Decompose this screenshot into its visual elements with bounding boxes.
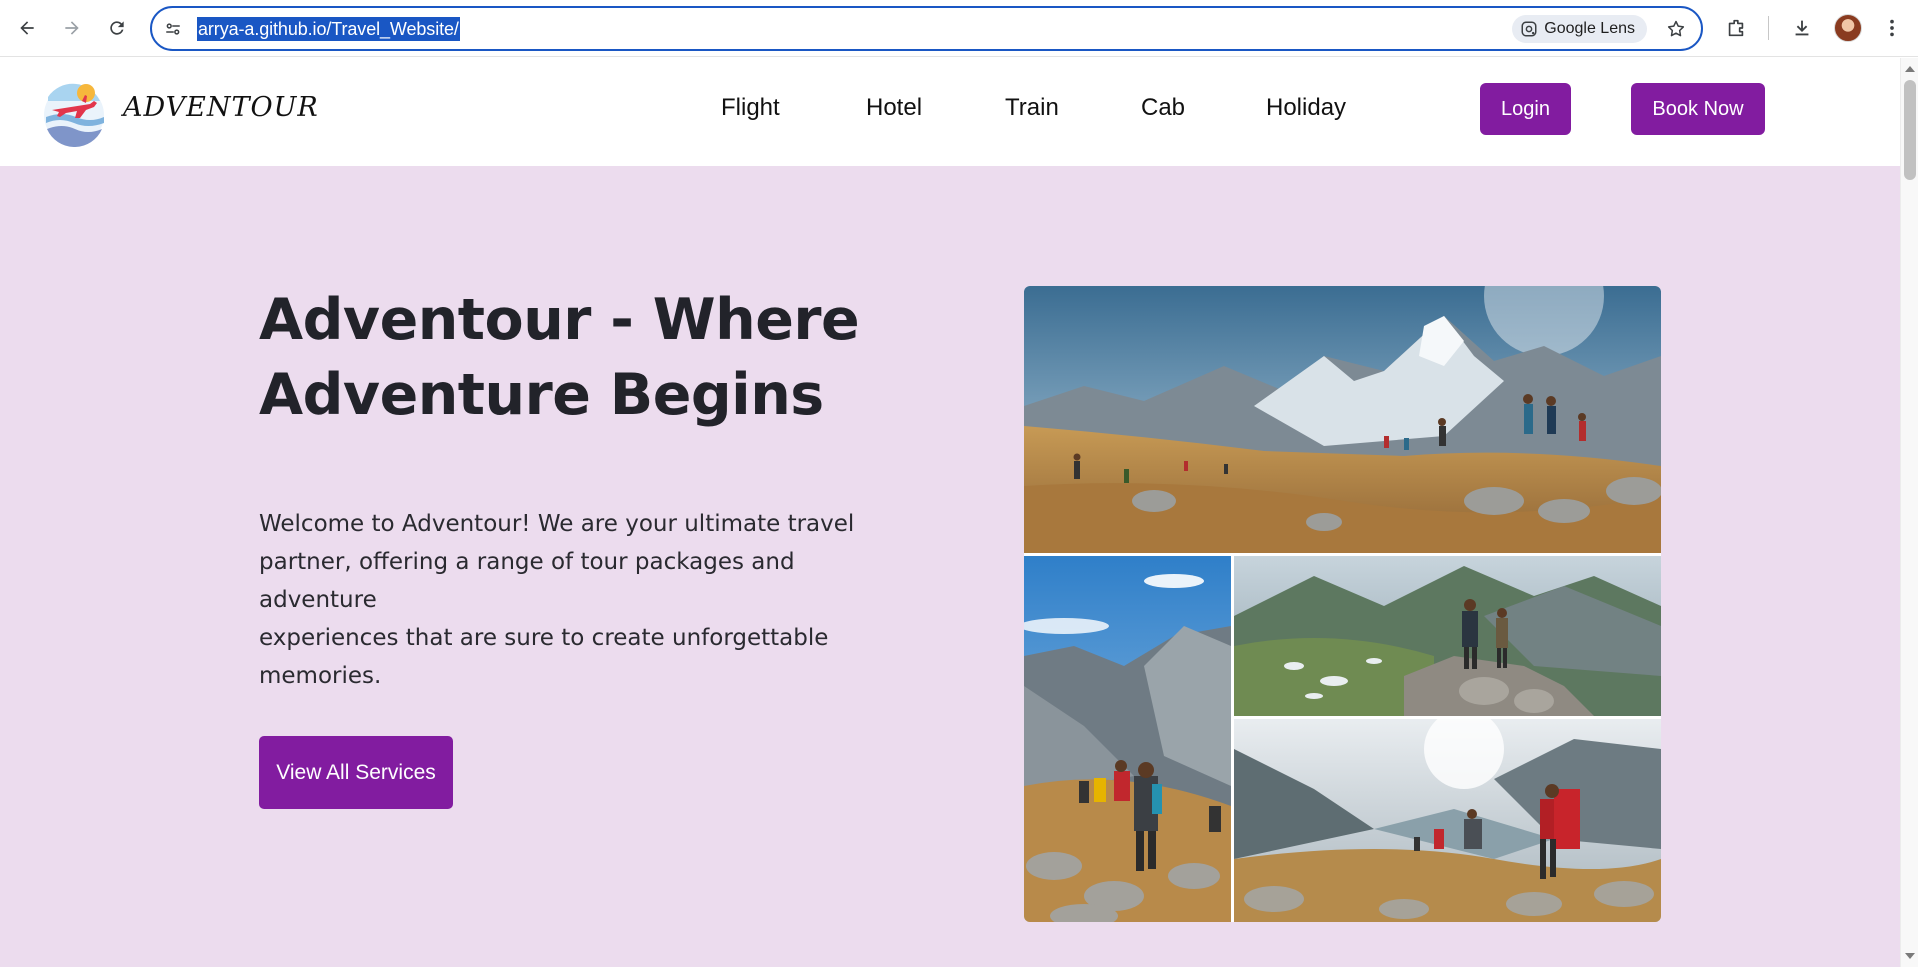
reload-icon: [110, 21, 124, 35]
hero-text-line-4: memories.: [259, 663, 382, 689]
mountain-hikers-photo-2: [1024, 556, 1231, 922]
extensions-icon: [1728, 19, 1744, 37]
brand-name[interactable]: ADVENTOUR: [123, 92, 319, 123]
address-bar[interactable]: arrya-a.github.io/Travel_Website/ Google…: [150, 6, 1703, 51]
back-button[interactable]: [11, 12, 43, 44]
login-button[interactable]: Login: [1480, 83, 1571, 135]
browser-toolbar: arrya-a.github.io/Travel_Website/ Google…: [0, 0, 1918, 57]
mountain-hikers-photo-4: [1234, 719, 1661, 922]
hero-text-line-1: Welcome to Adventour! We are your ultima…: [259, 511, 855, 537]
page-scrollbar[interactable]: [1900, 58, 1918, 967]
hero-text-line-2: partner, offering a range of tour packag…: [259, 549, 795, 613]
nav-holiday[interactable]: Holiday: [1266, 94, 1346, 122]
downloads-button[interactable]: [1786, 12, 1818, 44]
back-icon: [20, 21, 34, 35]
scroll-down-arrow[interactable]: [1905, 953, 1915, 959]
url-text[interactable]: arrya-a.github.io/Travel_Website/: [197, 17, 460, 41]
hero-text-line-3: experiences that are sure to create unfo…: [259, 625, 829, 651]
google-lens-icon: [1521, 21, 1537, 37]
chrome-menu-button[interactable]: [1876, 12, 1908, 44]
google-lens-button[interactable]: Google Lens: [1512, 15, 1647, 43]
bookmark-button[interactable]: [1663, 16, 1689, 42]
book-now-button[interactable]: Book Now: [1631, 83, 1765, 135]
reload-button[interactable]: [101, 12, 133, 44]
scroll-up-arrow[interactable]: [1905, 66, 1915, 72]
google-lens-label: Google Lens: [1544, 20, 1635, 37]
hero-title: Adventour - Where Adventure Begins: [259, 283, 879, 433]
site-header: ADVENTOUR Flight Hotel Train Cab Holiday…: [0, 58, 1900, 166]
forward-icon: [65, 21, 79, 35]
hero-title-line-1: Adventour - Where: [259, 287, 860, 353]
toolbar-separator: [1768, 16, 1769, 40]
nav-flight[interactable]: Flight: [721, 94, 780, 122]
site-info-icon: [166, 23, 180, 35]
nav-cab[interactable]: Cab: [1141, 94, 1185, 122]
adventour-logo[interactable]: [42, 77, 106, 147]
hero-title-line-2: Adventure Begins: [259, 362, 824, 428]
page-viewport: ADVENTOUR Flight Hotel Train Cab Holiday…: [0, 58, 1900, 967]
forward-button[interactable]: [56, 12, 88, 44]
nav-train[interactable]: Train: [1005, 94, 1059, 122]
hero-description: Welcome to Adventour! We are your ultima…: [259, 505, 899, 695]
mountain-hikers-photo-3: [1234, 556, 1661, 716]
nav-hotel[interactable]: Hotel: [866, 94, 922, 122]
site-info-button[interactable]: [162, 18, 184, 40]
extensions-button[interactable]: [1720, 12, 1752, 44]
download-icon: [1795, 20, 1809, 36]
view-all-services-button[interactable]: View All Services: [259, 736, 453, 809]
mountain-hikers-photo-1: [1024, 286, 1661, 553]
bookmark-star-icon: [1667, 20, 1685, 37]
hero-image-collage: [1024, 286, 1661, 922]
menu-dots-icon: [1890, 19, 1894, 37]
profile-avatar[interactable]: [1834, 14, 1862, 42]
scroll-thumb[interactable]: [1904, 80, 1916, 180]
